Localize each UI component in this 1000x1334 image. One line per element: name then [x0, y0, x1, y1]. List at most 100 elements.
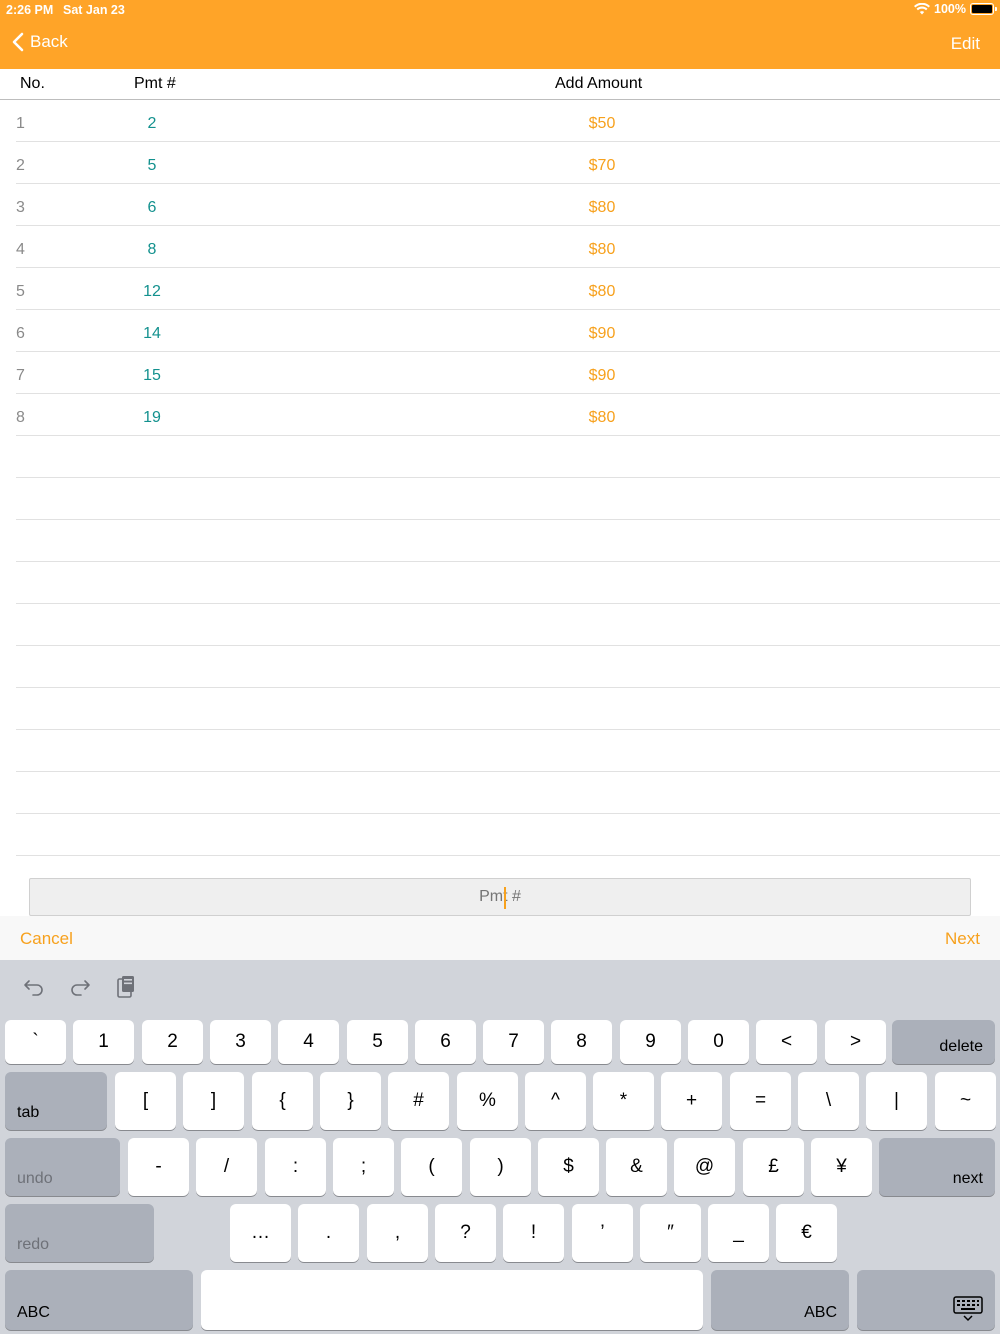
row-amount: $80 [588, 409, 616, 426]
status-indicators: 100% [914, 2, 997, 16]
row-number: 3 [16, 199, 25, 216]
row-amount: $80 [588, 199, 616, 216]
delete-key[interactable]: delete [892, 1020, 995, 1064]
key-row2-3[interactable]: } [320, 1072, 381, 1130]
row-amount: $90 [588, 325, 616, 342]
key-row2-8[interactable]: + [661, 1072, 722, 1130]
status-date: Sat Jan 23 [63, 3, 125, 17]
table-row[interactable]: 1 2 $50 [16, 100, 1000, 142]
empty-table-row [16, 562, 1000, 604]
key-row2-1[interactable]: ] [183, 1072, 244, 1130]
key-row2-9[interactable]: = [730, 1072, 791, 1130]
row-pmt-value: 14 [143, 325, 161, 342]
paste-icon[interactable] [114, 974, 138, 1000]
key-row2-5[interactable]: % [457, 1072, 518, 1130]
row-number: 5 [16, 283, 25, 300]
input-toolbar: Cancel Next [0, 916, 1000, 960]
row-pmt-value: 12 [143, 283, 161, 300]
key-row3-5[interactable]: ) [470, 1138, 531, 1196]
key-row2-2[interactable]: { [252, 1072, 313, 1130]
table-row[interactable]: 6 14 $90 [16, 310, 1000, 352]
hide-keyboard-key[interactable] [857, 1270, 995, 1330]
row-pmt-value: 6 [147, 199, 157, 216]
key-row4-8[interactable]: € [776, 1204, 837, 1262]
key-row4-0[interactable]: … [230, 1204, 291, 1262]
key-row2-6[interactable]: ^ [525, 1072, 586, 1130]
key-row1-9[interactable]: 9 [620, 1020, 681, 1064]
key-row4-4[interactable]: ! [503, 1204, 564, 1262]
empty-table-row [16, 814, 1000, 856]
battery-icon [970, 3, 997, 15]
key-row4-2[interactable]: , [367, 1204, 428, 1262]
table-row[interactable]: 7 15 $90 [16, 352, 1000, 394]
tab-key[interactable]: tab [5, 1072, 107, 1130]
row-number: 6 [16, 325, 25, 342]
next-button[interactable]: Next [945, 929, 980, 949]
key-row1-10[interactable]: 0 [688, 1020, 749, 1064]
row-pmt-value: 19 [143, 409, 161, 426]
table-row[interactable]: 3 6 $80 [16, 184, 1000, 226]
abc-key-right[interactable]: ABC [711, 1270, 849, 1330]
header-pmt: Pmt # [134, 75, 176, 92]
key-row2-0[interactable]: [ [115, 1072, 176, 1130]
key-row4-1[interactable]: . [298, 1204, 359, 1262]
pmt-input[interactable] [30, 879, 970, 915]
key-row1-11[interactable]: < [756, 1020, 817, 1064]
empty-table-row [16, 688, 1000, 730]
key-row4-5[interactable]: ’ [572, 1204, 633, 1262]
key-row1-5[interactable]: 5 [347, 1020, 408, 1064]
key-row4-6[interactable]: ″ [640, 1204, 701, 1262]
key-row2-10[interactable]: \ [798, 1072, 859, 1130]
back-button[interactable]: Back [12, 32, 68, 52]
wifi-icon [914, 3, 931, 15]
chevron-left-icon [12, 32, 24, 52]
key-row4-7[interactable]: _ [708, 1204, 769, 1262]
space-key[interactable] [201, 1270, 703, 1330]
key-row1-4[interactable]: 4 [278, 1020, 339, 1064]
key-row2-11[interactable]: | [866, 1072, 927, 1130]
row-amount: $50 [588, 115, 616, 132]
next-key[interactable]: next [879, 1138, 995, 1196]
row-number: 7 [16, 367, 25, 384]
table-row[interactable]: 8 19 $80 [16, 394, 1000, 436]
key-row1-3[interactable]: 3 [210, 1020, 271, 1064]
redo-key[interactable]: redo [5, 1204, 154, 1262]
table-row[interactable]: 2 5 $70 [16, 142, 1000, 184]
payments-table: 1 2 $50 2 5 $70 3 6 $80 4 8 $80 5 12 $80 6 14 $90 7 15 $90 8 1… [16, 100, 1000, 856]
key-row3-10[interactable]: ¥ [811, 1138, 872, 1196]
undo-arrow-icon[interactable] [22, 974, 46, 1000]
key-row3-1[interactable]: / [196, 1138, 257, 1196]
key-row2-12[interactable]: ~ [935, 1072, 996, 1130]
row-amount: $80 [588, 283, 616, 300]
key-row1-1[interactable]: 1 [73, 1020, 134, 1064]
key-row3-3[interactable]: ; [333, 1138, 394, 1196]
row-pmt-value: 15 [143, 367, 161, 384]
key-row1-2[interactable]: 2 [142, 1020, 203, 1064]
table-row[interactable]: 5 12 $80 [16, 268, 1000, 310]
key-row3-0[interactable]: - [128, 1138, 189, 1196]
key-row3-2[interactable]: : [265, 1138, 326, 1196]
row-number: 1 [16, 115, 25, 132]
key-row2-7[interactable]: * [593, 1072, 654, 1130]
edit-button[interactable]: Edit [951, 34, 980, 54]
redo-arrow-icon[interactable] [68, 974, 92, 1000]
key-row1-7[interactable]: 7 [483, 1020, 544, 1064]
navigation-bar: 2:26 PM Sat Jan 23 100% Back Edit [0, 0, 1000, 69]
row-number: 4 [16, 241, 25, 258]
key-row1-0[interactable]: ` [5, 1020, 66, 1064]
key-row1-8[interactable]: 8 [551, 1020, 612, 1064]
undo-key[interactable]: undo [5, 1138, 120, 1196]
table-row[interactable]: 4 8 $80 [16, 226, 1000, 268]
status-time: 2:26 PM [6, 3, 54, 17]
key-row3-8[interactable]: @ [674, 1138, 735, 1196]
key-row3-6[interactable]: $ [538, 1138, 599, 1196]
key-row3-9[interactable]: £ [743, 1138, 804, 1196]
key-row1-12[interactable]: > [825, 1020, 886, 1064]
key-row1-6[interactable]: 6 [415, 1020, 476, 1064]
abc-key-left[interactable]: ABC [5, 1270, 193, 1330]
key-row3-7[interactable]: & [606, 1138, 667, 1196]
key-row2-4[interactable]: # [388, 1072, 449, 1130]
key-row4-3[interactable]: ? [435, 1204, 496, 1262]
key-row3-4[interactable]: ( [401, 1138, 462, 1196]
cancel-button[interactable]: Cancel [20, 929, 73, 949]
